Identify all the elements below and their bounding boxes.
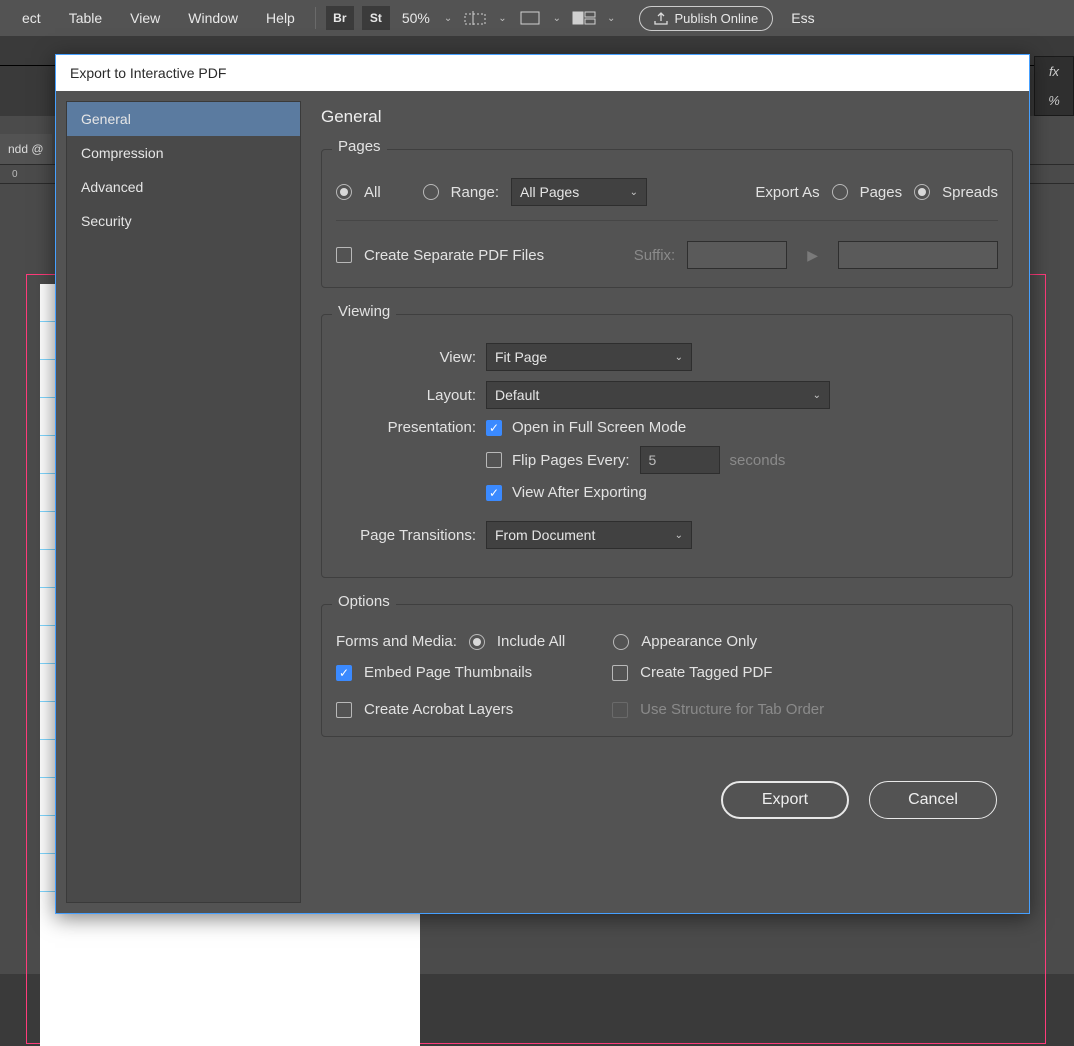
label-create-separate: Create Separate PDF Files [364, 247, 544, 264]
workspace-label[interactable]: Ess [791, 10, 814, 26]
app-menubar: ect Table View Window Help Br St 50% ⌄ ⌄… [0, 0, 1074, 36]
label-view: View: [336, 349, 476, 366]
chk-create-separate[interactable] [336, 247, 352, 263]
chk-tab-order [612, 702, 628, 718]
export-pdf-dialog: Export to Interactive PDF General Compre… [55, 54, 1030, 914]
dialog-buttons: Export Cancel [321, 763, 1013, 819]
right-panel-stub: fx % [1034, 56, 1074, 116]
label-pages: Pages [860, 184, 903, 201]
fx-icon[interactable]: fx [1049, 64, 1059, 79]
radio-export-pages[interactable] [832, 184, 848, 200]
chevron-down-icon: ⌄ [813, 390, 821, 401]
radio-include-all[interactable] [469, 634, 485, 650]
publish-online-button[interactable]: Publish Online [639, 6, 773, 31]
transitions-value: From Document [495, 527, 595, 543]
radio-export-spreads[interactable] [914, 184, 930, 200]
pages-divider [336, 220, 998, 221]
chevron-down-icon: ⌄ [675, 352, 683, 363]
cancel-button[interactable]: Cancel [869, 781, 997, 819]
label-transitions: Page Transitions: [336, 527, 476, 544]
panel-title: General [321, 107, 1013, 127]
sidebar-item-general[interactable]: General [67, 102, 300, 136]
document-tab[interactable]: ndd @ [0, 134, 52, 164]
radio-appearance-only[interactable] [613, 634, 629, 650]
label-embed-thumbs: Embed Page Thumbnails [364, 664, 532, 681]
chevron-down-icon[interactable]: ⌄ [607, 13, 615, 24]
menu-view[interactable]: View [116, 0, 174, 36]
label-forms: Forms and Media: [336, 633, 457, 650]
label-acrobat-layers: Create Acrobat Layers [364, 701, 513, 718]
label-include-all: Include All [497, 633, 565, 650]
label-spreads: Spreads [942, 184, 998, 201]
options-group: Options Forms and Media: Include All App… [321, 604, 1013, 737]
chk-view-after[interactable] [486, 485, 502, 501]
range-value: All Pages [520, 184, 579, 200]
options-legend: Options [332, 593, 396, 610]
label-tagged-pdf: Create Tagged PDF [640, 664, 772, 681]
chk-flip-pages[interactable] [486, 452, 502, 468]
chk-full-screen[interactable] [486, 420, 502, 436]
label-appearance-only: Appearance Only [641, 633, 757, 650]
sidebar-item-advanced[interactable]: Advanced [67, 170, 300, 204]
dialog-title: Export to Interactive PDF [56, 55, 1029, 91]
stock-button[interactable]: St [362, 6, 390, 30]
chevron-down-icon[interactable]: ⌄ [498, 13, 506, 24]
label-seconds: seconds [730, 452, 786, 469]
label-all: All [364, 184, 381, 201]
label-tab-order: Use Structure for Tab Order [640, 701, 824, 718]
label-full-screen: Open in Full Screen Mode [512, 419, 686, 436]
view-select[interactable]: Fit Page ⌄ [486, 343, 692, 371]
menu-table[interactable]: Table [55, 0, 116, 36]
chevron-down-icon[interactable]: ⌄ [553, 13, 561, 24]
label-view-after: View After Exporting [512, 484, 647, 501]
menu-window[interactable]: Window [174, 0, 252, 36]
menu-object[interactable]: ect [8, 0, 55, 36]
publish-online-label: Publish Online [674, 11, 758, 26]
arrange-icon[interactable] [569, 7, 599, 29]
suffix-arrow-icon: ▶ [799, 247, 826, 264]
chevron-down-icon: ⌄ [675, 530, 683, 541]
chk-embed-thumbs[interactable] [336, 665, 352, 681]
layout-select[interactable]: Default ⌄ [486, 381, 830, 409]
pages-group: Pages All Range: All Pages ⌄ Export As P… [321, 149, 1013, 288]
label-range: Range: [451, 184, 499, 201]
label-suffix: Suffix: [634, 247, 675, 264]
screen-mode-icon[interactable] [515, 7, 545, 29]
suffix-input-2 [838, 241, 998, 269]
suffix-input-1 [687, 241, 787, 269]
zoom-chevron-icon[interactable]: ⌄ [444, 13, 452, 24]
chk-tagged-pdf[interactable] [612, 665, 628, 681]
layout-value: Default [495, 387, 539, 403]
sidebar-item-security[interactable]: Security [67, 204, 300, 238]
label-presentation: Presentation: [336, 419, 476, 436]
viewing-group: Viewing View: Fit Page ⌄ Layout: Default… [321, 314, 1013, 578]
dialog-content: General Pages All Range: All Pages ⌄ Exp… [301, 91, 1029, 913]
upload-icon [654, 11, 668, 25]
viewing-legend: Viewing [332, 303, 396, 320]
bridge-button[interactable]: Br [326, 6, 354, 30]
sidebar-item-compression[interactable]: Compression [67, 136, 300, 170]
ruler-origin: 0 [12, 169, 18, 180]
view-options-icon[interactable] [460, 7, 490, 29]
radio-pages-range[interactable] [423, 184, 439, 200]
label-layout: Layout: [336, 387, 476, 404]
radio-pages-all[interactable] [336, 184, 352, 200]
chevron-down-icon: ⌄ [630, 187, 638, 198]
export-button[interactable]: Export [721, 781, 849, 819]
dialog-sidebar: General Compression Advanced Security [66, 101, 301, 903]
flip-seconds-input[interactable]: 5 [640, 446, 720, 474]
label-export-as: Export As [755, 184, 819, 201]
view-value: Fit Page [495, 349, 547, 365]
chk-acrobat-layers[interactable] [336, 702, 352, 718]
pages-legend: Pages [332, 138, 387, 155]
percent-icon[interactable]: % [1048, 93, 1060, 108]
menubar-divider [315, 7, 316, 29]
zoom-level[interactable]: 50% [402, 10, 430, 26]
menu-help[interactable]: Help [252, 0, 309, 36]
range-select[interactable]: All Pages ⌄ [511, 178, 647, 206]
transitions-select[interactable]: From Document ⌄ [486, 521, 692, 549]
label-flip-pages: Flip Pages Every: [512, 452, 630, 469]
